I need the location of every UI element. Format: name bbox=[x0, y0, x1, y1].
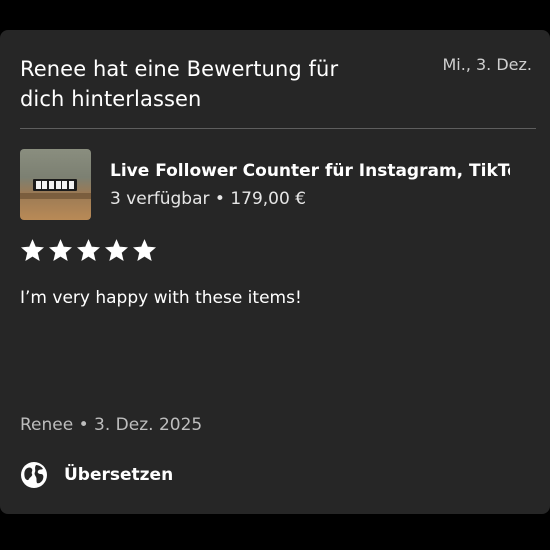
divider bbox=[20, 128, 536, 129]
star-filled-icon bbox=[133, 239, 156, 261]
counter-device bbox=[33, 179, 77, 191]
product-info: Live Follower Counter für Instagram, Tik… bbox=[110, 159, 510, 211]
product-availability: 3 verfügbar bbox=[110, 188, 210, 209]
meta-separator: • bbox=[214, 188, 225, 209]
notification-header: Renee hat eine Bewertung für dich hinter… bbox=[20, 54, 532, 114]
translate-button[interactable]: Übersetzen bbox=[20, 461, 173, 489]
product-meta: 3 verfügbar • 179,00 € bbox=[110, 187, 510, 211]
translate-label[interactable]: Übersetzen bbox=[64, 463, 173, 487]
star-filled-icon bbox=[77, 239, 100, 261]
product-price: 179,00 € bbox=[230, 188, 307, 209]
thumbnail-shadow bbox=[20, 193, 91, 199]
notification-date: Mi., 3. Dez. bbox=[442, 55, 532, 74]
product-thumbnail[interactable] bbox=[20, 149, 91, 220]
globe-icon bbox=[21, 462, 47, 488]
star-filled-icon bbox=[21, 239, 44, 261]
product-row[interactable]: Live Follower Counter für Instagram, Tik… bbox=[20, 149, 538, 220]
star-rating bbox=[20, 238, 157, 263]
review-text: I’m very happy with these items! bbox=[20, 288, 302, 308]
review-byline: Renee • 3. Dez. 2025 bbox=[20, 413, 202, 437]
review-notification-card: Renee hat eine Bewertung für dich hinter… bbox=[0, 30, 550, 514]
review-author: Renee bbox=[20, 415, 74, 435]
byline-separator: • bbox=[78, 415, 89, 435]
star-filled-icon bbox=[105, 239, 128, 261]
review-date: 3. Dez. 2025 bbox=[94, 415, 203, 435]
product-name[interactable]: Live Follower Counter für Instagram, Tik… bbox=[110, 159, 510, 183]
notification-title: Renee hat eine Bewertung für dich hinter… bbox=[20, 57, 339, 111]
star-filled-icon bbox=[49, 239, 72, 261]
